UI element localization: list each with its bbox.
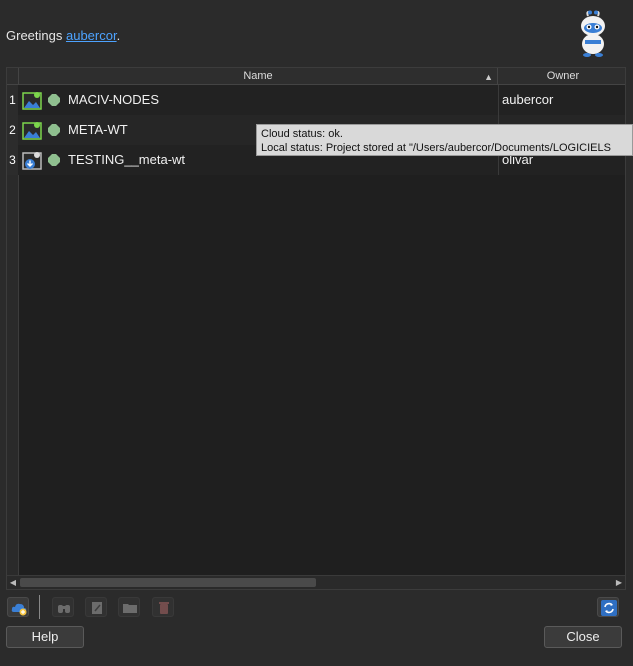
close-button[interactable]: Close <box>544 626 622 648</box>
greeting-suffix: . <box>116 28 121 43</box>
greeting-text: Greetings aubercor. <box>6 28 120 43</box>
scroll-left-icon[interactable]: ◀ <box>7 576 19 589</box>
scroll-right-icon[interactable]: ▶ <box>613 576 625 589</box>
project-status-tooltip: Cloud status: ok. Local status: Project … <box>256 124 633 156</box>
tooltip-local-status: Local status: Project stored at "/Users/… <box>261 142 611 154</box>
cloud-status-ok-icon <box>48 94 60 106</box>
help-button[interactable]: Help <box>6 626 84 648</box>
edit-document-icon <box>92 602 102 614</box>
cloud-add-icon <box>11 603 27 616</box>
qfield-mascot-logo <box>581 10 605 57</box>
column-header-name[interactable]: Name ▲ <box>19 68 498 84</box>
cloud-project-map-icon <box>22 122 42 140</box>
cloud-project-download-icon <box>22 152 42 170</box>
cloud-status-ok-icon <box>48 154 60 166</box>
row-number[interactable]: 3 <box>7 145 18 175</box>
edit-project-button[interactable] <box>85 597 107 617</box>
column-header-owner[interactable]: Owner <box>498 68 625 84</box>
binoculars-icon <box>58 605 70 613</box>
trash-icon <box>159 602 169 614</box>
toolbar-separator <box>39 595 40 619</box>
horizontal-scrollbar[interactable]: ◀ ▶ <box>7 575 625 589</box>
scrollbar-thumb[interactable] <box>20 578 316 587</box>
folder-icon <box>123 604 137 613</box>
tooltip-cloud-status: Cloud status: ok. <box>261 128 343 140</box>
project-owner: aubercor <box>502 92 554 107</box>
username-link[interactable]: aubercor <box>66 28 117 43</box>
sort-ascending-icon: ▲ <box>484 72 493 82</box>
table-row[interactable]: 1 MACIV-NODES aubercor <box>7 85 625 115</box>
header-corner[interactable] <box>7 68 19 84</box>
row-number[interactable]: 1 <box>7 85 18 115</box>
project-name: META-WT <box>68 122 128 137</box>
create-project-button[interactable] <box>7 597 29 617</box>
project-name: MACIV-NODES <box>68 92 160 107</box>
row-number[interactable]: 2 <box>7 115 18 145</box>
greeting-prefix: Greetings <box>6 28 66 43</box>
refresh-icon <box>601 600 617 616</box>
table-header: Name ▲ Owner <box>7 68 625 85</box>
cloud-project-map-icon <box>22 92 42 110</box>
sync-project-button[interactable] <box>52 597 74 617</box>
cloud-status-ok-icon <box>48 124 60 136</box>
project-name: TESTING__meta-wt <box>68 152 186 167</box>
delete-project-button[interactable] <box>152 597 174 617</box>
open-folder-button[interactable] <box>118 597 140 617</box>
refresh-button[interactable] <box>597 597 619 617</box>
column-header-name-label: Name <box>243 70 273 82</box>
